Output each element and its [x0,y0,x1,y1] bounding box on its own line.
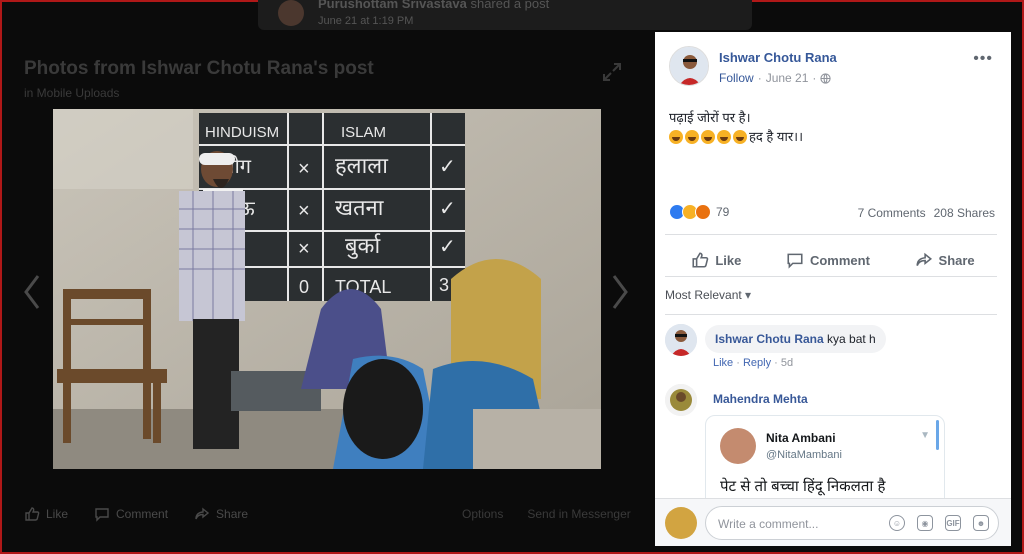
post-author-name[interactable]: Ishwar Chotu Rana [719,50,837,65]
reaction-count: 79 [716,205,730,219]
comment-author[interactable]: Ishwar Chotu Rana [715,332,824,346]
comment-reply-link[interactable]: Reply [743,357,771,369]
emoji-icon[interactable]: ☺ [889,515,905,531]
tweet-author-name: Nita Ambani [766,431,836,445]
comment-like-link[interactable]: Like [713,357,733,369]
divider [665,276,997,277]
follow-link[interactable]: Follow [719,71,754,85]
svg-text:बुर्का: बुर्का [345,233,381,259]
chevron-down-icon: ▼ [920,430,930,441]
caret-down-icon: ▾ [745,288,752,302]
avatar[interactable] [665,324,697,356]
svg-text:✓: ✓ [439,198,456,220]
comment-age[interactable]: 5d [781,357,793,369]
post-date[interactable]: June 21 [766,71,809,85]
laughing-emoji-icon [701,129,715,144]
composer-icons: ☺ ◉ GIF ☻ [889,515,989,531]
thumbs-up-icon [25,507,40,521]
avatar [720,428,756,464]
tweet-handle: @NitaMambani [766,449,842,461]
angry-reaction-icon [695,204,711,220]
gif-icon[interactable]: GIF [945,515,961,531]
viewer-like-button[interactable]: Like [24,506,68,522]
avatar[interactable] [669,46,709,86]
post-panel: Ishwar Chotu Rana Follow · June 21 · •••… [655,32,1011,546]
svg-text:खतना: खतना [335,196,384,221]
post-meta: Follow · June 21 · [719,71,832,85]
thumbs-up-icon [692,252,709,268]
post-text: पढ़ाई जोरों पर है। हद है यार।। [669,108,803,146]
viewer-like-label: Like [46,507,69,521]
expand-icon[interactable] [602,62,622,82]
svg-text:✓: ✓ [439,236,456,258]
share-icon [195,507,210,520]
globe-icon [820,72,832,84]
post-photo[interactable]: HINDUISM ISLAM योग × हलाला ✓ जनेऊ × खतना… [53,109,601,469]
viewer-comment-label: Comment [116,507,169,521]
tweet-scrollbar [936,420,939,450]
comment-text: kya bat h [827,332,876,346]
viewer-comment-button[interactable]: Comment [94,506,168,522]
avatar [665,507,697,539]
like-button[interactable]: Like [691,251,741,269]
svg-text:0: 0 [299,277,309,297]
comment-button[interactable]: Comment [786,251,870,269]
laughing-emoji-icon [717,129,731,144]
viewer-share-label: Share [216,507,249,521]
viewer-subtitle[interactable]: in Mobile Uploads [24,86,119,100]
share-icon [915,252,932,266]
divider [665,314,997,315]
comment-meta: Like · Reply · 5d [713,357,794,369]
board-col2: ISLAM [341,124,386,141]
post-text-line2: हद है यार।। [669,127,803,146]
reactions-summary[interactable]: 79 [669,204,729,220]
svg-text:✓: ✓ [439,156,456,178]
svg-text:3: 3 [439,275,449,295]
svg-text:×: × [298,158,310,180]
avatar [278,0,304,26]
viewer-actions: Like Comment Share [24,506,248,522]
viewer-share-button[interactable]: Share [194,506,248,522]
shared-post-header: Purushottam Srivastava shared a post Jun… [258,0,752,30]
laughing-emoji-icon [733,129,747,144]
post-stats: 7 Comments 208 Shares [858,206,995,220]
post-actions: Like Comment Share [669,244,997,276]
comment-bubble: Ishwar Chotu Rana kya bat h [705,325,886,353]
sticker-icon[interactable]: ☻ [973,515,989,531]
comment-composer: Write a comment... ☺ ◉ GIF ☻ [655,498,1011,546]
comment-icon [95,508,109,522]
camera-icon[interactable]: ◉ [917,515,933,531]
board-col1: HINDUISM [205,124,279,141]
shared-date: June 21 at 1:19 PM [318,15,414,27]
post-text-line1: पढ़ाई जोरों पर है। [669,110,751,125]
svg-text:हलाला: हलाला [335,154,388,179]
viewer-title: Photos from Ishwar Chotu Rana's post [24,58,374,79]
previous-photo-arrow-icon[interactable] [22,272,42,312]
comments-count[interactable]: 7 Comments [858,206,926,220]
tweet-text: पेट से तो बच्चा हिंदू निकलता है [720,478,886,495]
comment-sort-dropdown[interactable]: Most Relevant ▾ [665,288,751,302]
shares-count[interactable]: 208 Shares [934,206,995,220]
comment-author[interactable]: Mahendra Mehta [713,392,808,406]
shared-by-name[interactable]: Purushottam Srivastava shared a post [318,0,549,11]
more-options-icon[interactable]: ••• [973,50,993,68]
laughing-emoji-icon [669,129,683,144]
svg-text:×: × [298,238,310,260]
comment-icon [787,253,803,269]
send-in-messenger-link[interactable]: Send in Messenger [527,507,630,521]
options-link[interactable]: Options [462,507,503,521]
next-photo-arrow-icon[interactable] [610,272,630,312]
laughing-emoji-icon [685,129,699,144]
avatar[interactable] [665,384,697,416]
viewer-secondary-actions: Options Send in Messenger [462,507,631,521]
share-button[interactable]: Share [915,251,975,269]
svg-text:×: × [298,200,310,222]
divider [665,234,997,235]
